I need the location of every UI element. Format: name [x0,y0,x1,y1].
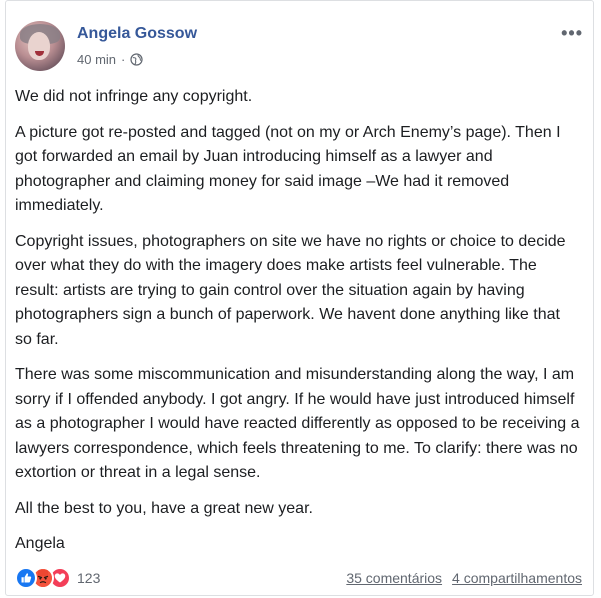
avatar[interactable] [15,21,65,71]
post-paragraph: All the best to you, have a great new ye… [15,499,313,517]
post-paragraph: Copyright issues, photographers on site … [15,232,566,348]
like-icon [15,567,37,589]
post-header: Angela Gossow 40 min · ••• [15,15,585,75]
post-paragraph: There was some miscommunication and misu… [15,366,580,481]
post-meta: 40 min · [77,52,144,67]
more-dots-icon[interactable]: ••• [561,24,583,42]
post-paragraph: We did not infringe any copyright. [15,88,253,105]
post-timestamp[interactable]: 40 min [77,52,116,67]
post-card: Angela Gossow 40 min · ••• We did not in… [5,0,594,596]
post-footer: 123 35 comentários 4 compartilhamentos [15,566,582,590]
meta-separator: · [121,52,126,67]
reaction-count[interactable]: 123 [77,570,100,586]
reactions-summary[interactable] [15,567,71,589]
post-signature: Angela [15,535,65,552]
post-paragraph: A picture got re-posted and tagged (not … [15,123,561,215]
author-name[interactable]: Angela Gossow [77,25,197,43]
shares-link[interactable]: 4 compartilhamentos [452,570,582,586]
post-body: We did not infringe any copyright. A pic… [15,85,581,568]
globe-icon[interactable] [130,53,144,66]
comments-link[interactable]: 35 comentários [346,570,442,586]
